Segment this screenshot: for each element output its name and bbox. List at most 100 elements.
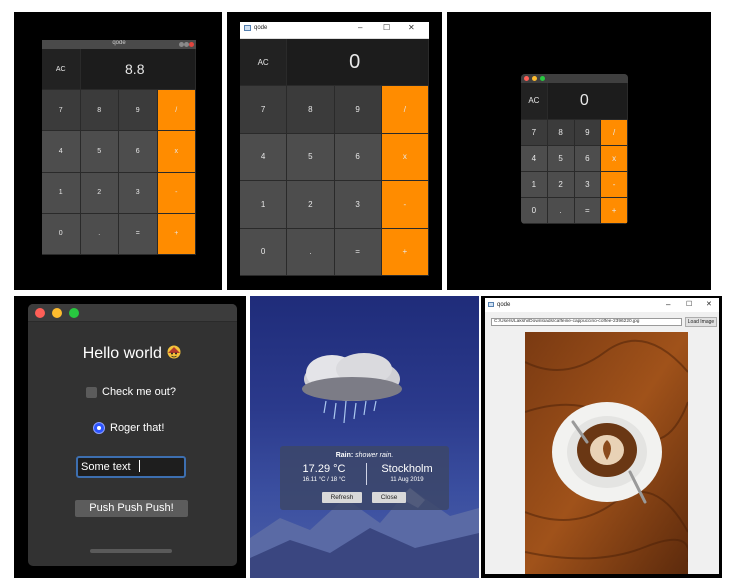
calculator-windows-panel: qode – ☐ ✕ AC 0 7 8 9 / 4 5 6 x 1 2 3 - … <box>227 12 442 290</box>
push-button[interactable]: Push Push Push! <box>75 500 188 517</box>
equals-button[interactable]: = <box>574 197 602 224</box>
key-1[interactable]: 1 <box>42 172 81 214</box>
divide-button[interactable]: / <box>157 90 196 132</box>
key-9[interactable]: 9 <box>119 90 158 132</box>
text-field[interactable]: Some text <box>76 456 186 478</box>
key-5[interactable]: 5 <box>287 133 335 182</box>
key-4[interactable]: 4 <box>42 131 81 173</box>
calculator-window: AC 0 7 8 9 / 4 5 6 x 1 2 3 - 0 . = + <box>521 74 628 224</box>
radio-row[interactable]: Roger that! <box>93 422 164 434</box>
condition-desc: shower rain. <box>355 452 394 459</box>
add-button[interactable]: + <box>601 197 628 224</box>
key-7[interactable]: 7 <box>521 119 548 146</box>
key-4[interactable]: 4 <box>521 145 548 172</box>
keypad: AC 8.8 7 8 9 / 4 5 6 x 1 2 3 - 0 . = + <box>42 49 196 255</box>
key-2[interactable]: 2 <box>287 181 335 229</box>
key-4[interactable]: 4 <box>240 133 288 182</box>
key-8[interactable]: 8 <box>547 119 575 146</box>
clear-button[interactable]: AC <box>240 39 288 87</box>
coffee-cup-photo <box>525 332 688 574</box>
equals-button[interactable]: = <box>334 228 382 276</box>
add-button[interactable]: + <box>157 213 196 255</box>
key-3[interactable]: 3 <box>119 172 158 214</box>
radio-button[interactable] <box>93 422 105 434</box>
close-icon[interactable]: ✕ <box>408 23 415 32</box>
divide-button[interactable]: / <box>381 86 429 134</box>
multiply-button[interactable]: x <box>381 133 429 182</box>
subtract-button[interactable]: - <box>157 172 196 214</box>
zoom-dot-icon[interactable] <box>69 308 79 318</box>
key-5[interactable]: 5 <box>80 131 119 173</box>
subtract-button[interactable]: - <box>381 181 429 229</box>
display: 0 <box>287 39 429 87</box>
key-0[interactable]: 0 <box>521 197 548 224</box>
key-7[interactable]: 7 <box>240 86 288 134</box>
maximize-icon[interactable]: ☐ <box>686 300 692 308</box>
decimal-button[interactable]: . <box>287 228 335 276</box>
hello-world-panel: Hello world Check me out? Roger that! So… <box>14 296 246 578</box>
subtract-button[interactable]: - <box>601 171 628 198</box>
key-8[interactable]: 8 <box>80 90 119 132</box>
key-6[interactable]: 6 <box>119 131 158 173</box>
key-0[interactable]: 0 <box>240 228 288 276</box>
multiply-button[interactable]: x <box>601 145 628 172</box>
key-7[interactable]: 7 <box>42 90 81 132</box>
minimize-dot-icon[interactable] <box>52 308 62 318</box>
zoom-dot-icon[interactable] <box>540 76 545 81</box>
minimize-icon[interactable]: – <box>358 23 362 32</box>
viewer-window: qode – ☐ ✕ C:/Users/Lakshi/Downloads/caf… <box>485 298 719 574</box>
checkbox-row[interactable]: Check me out? <box>86 386 176 398</box>
calculator-mac-panel: qode AC 8.8 7 8 9 / 4 5 6 x 1 2 3 - 0 . … <box>14 12 222 290</box>
minimize-icon[interactable]: – <box>666 300 670 309</box>
clear-button[interactable]: AC <box>521 83 548 120</box>
display: 0 <box>547 83 628 120</box>
close-icon[interactable]: ✕ <box>706 300 712 308</box>
key-2[interactable]: 2 <box>80 172 119 214</box>
divide-button[interactable]: / <box>601 119 628 146</box>
key-2[interactable]: 2 <box>547 171 575 198</box>
key-5[interactable]: 5 <box>547 145 575 172</box>
key-9[interactable]: 9 <box>574 119 602 146</box>
key-9[interactable]: 9 <box>334 86 382 134</box>
close-dot-icon[interactable] <box>35 308 45 318</box>
scroll-bar[interactable] <box>90 549 172 553</box>
key-1[interactable]: 1 <box>521 171 548 198</box>
key-6[interactable]: 6 <box>334 133 382 182</box>
keypad: AC 0 7 8 9 / 4 5 6 x 1 2 3 - 0 . = + <box>521 83 628 224</box>
close-dot-icon[interactable] <box>189 42 194 47</box>
display: 8.8 <box>80 49 196 91</box>
key-8[interactable]: 8 <box>287 86 335 134</box>
date: 11 Aug 2019 <box>390 477 424 483</box>
refresh-button[interactable]: Refresh <box>322 492 362 503</box>
key-1[interactable]: 1 <box>240 181 288 229</box>
close-button[interactable]: Close <box>372 492 406 503</box>
close-dot-icon[interactable] <box>524 76 529 81</box>
image-viewer-panel: qode – ☐ ✕ C:/Users/Lakshi/Downloads/caf… <box>481 296 722 578</box>
checkbox-label: Check me out? <box>102 386 176 398</box>
condition-line: Rain: shower rain. <box>280 452 449 459</box>
decimal-button[interactable]: . <box>80 213 119 255</box>
file-path-field[interactable]: C:/Users/Lakshi/Downloads/caffeine-cappu… <box>491 318 682 326</box>
title-bar <box>28 304 237 322</box>
app-icon <box>244 25 251 31</box>
window-title: qode <box>254 25 268 31</box>
key-6[interactable]: 6 <box>574 145 602 172</box>
minimize-dot-icon[interactable] <box>532 76 537 81</box>
face-emoji-icon <box>167 345 181 359</box>
key-3[interactable]: 3 <box>574 171 602 198</box>
app-icon <box>488 302 494 307</box>
load-image-button[interactable]: Load Image <box>685 317 717 327</box>
equals-button[interactable]: = <box>119 213 158 255</box>
maximize-icon[interactable]: ☐ <box>383 23 390 32</box>
title-bar: qode – ☐ ✕ <box>240 22 429 39</box>
add-button[interactable]: + <box>381 228 429 276</box>
clear-button[interactable]: AC <box>42 49 81 91</box>
checkbox[interactable] <box>86 386 97 398</box>
multiply-button[interactable]: x <box>157 131 196 173</box>
decimal-button[interactable]: . <box>547 197 575 224</box>
text-cursor <box>138 460 140 472</box>
key-3[interactable]: 3 <box>334 181 382 229</box>
window-title: qode <box>112 40 126 46</box>
heading-text: Hello world <box>82 345 162 362</box>
key-0[interactable]: 0 <box>42 213 81 255</box>
